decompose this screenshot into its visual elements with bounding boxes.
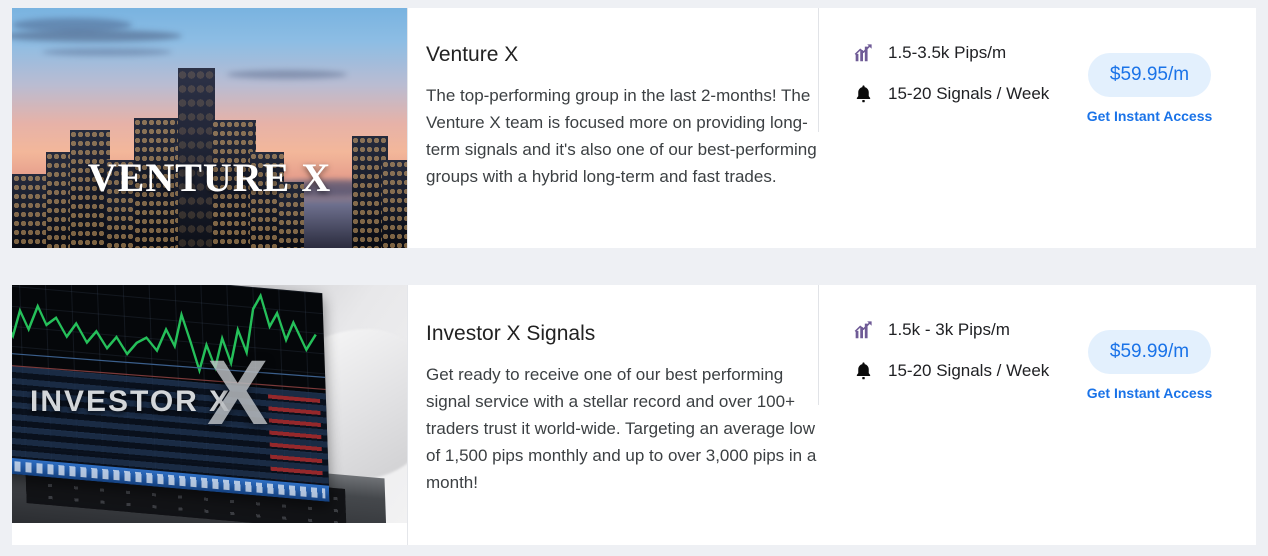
page-root: VENTURE X Venture X The top-performing g…	[0, 0, 1268, 556]
central-tower-shape	[178, 68, 215, 248]
get-instant-access-link[interactable]: Get Instant Access	[1087, 385, 1213, 401]
card-body: Venture X The top-performing group in th…	[407, 8, 1256, 248]
card-price-column: $59.99/m Get Instant Access	[1063, 285, 1256, 401]
laptop-screen	[12, 285, 330, 502]
stat-label-signals: 15-20 Signals / Week	[888, 84, 1050, 103]
card-text-column: Venture X The top-performing group in th…	[408, 8, 818, 210]
card-body: Investor X Signals Get ready to receive …	[407, 285, 1256, 545]
card-description: The top-performing group in the last 2-m…	[426, 86, 817, 186]
offer-card[interactable]: INVESTOR X X Investor X Signals Get read…	[12, 285, 1256, 545]
stat-row-signals: 15-20 Signals / Week	[851, 82, 1063, 106]
stat-row-signals: 15-20 Signals / Week	[851, 359, 1063, 383]
bar-chart-trend-icon	[851, 318, 875, 342]
stat-label-pips: 1.5-3.5k Pips/m	[888, 43, 1007, 62]
card-image-venture-x: VENTURE X	[12, 8, 407, 248]
price-badge[interactable]: $59.99/m	[1087, 330, 1212, 374]
card-title: Venture X	[426, 43, 519, 66]
bell-icon	[851, 359, 875, 383]
card-stats-column: 1.5k - 3k Pips/m 15-20 Signals / Week	[818, 285, 1063, 405]
offer-card[interactable]: VENTURE X Venture X The top-performing g…	[12, 8, 1256, 248]
building-shape	[70, 130, 110, 248]
building-shape	[278, 182, 304, 248]
card-title: Investor X Signals	[426, 322, 596, 345]
card-stats-column: 1.5-3.5k Pips/m 15-20 Signals / Week	[818, 8, 1063, 132]
stat-label-signals: 15-20 Signals / Week	[888, 361, 1050, 380]
price-badge[interactable]: $59.95/m	[1087, 53, 1212, 97]
cloud-shape	[227, 70, 347, 79]
stat-row-pips: 1.5k - 3k Pips/m	[851, 318, 1063, 342]
stat-label-pips: 1.5k - 3k Pips/m	[888, 320, 1010, 339]
card-image-investor-x: INVESTOR X X	[12, 285, 407, 523]
stat-row-pips: 1.5-3.5k Pips/m	[851, 41, 1063, 65]
investor-x-logo-mark: X	[207, 342, 269, 444]
bar-chart-trend-icon	[851, 41, 875, 65]
card-description: Get ready to receive one of our best per…	[426, 365, 817, 492]
building-shape	[382, 160, 407, 248]
get-instant-access-link[interactable]: Get Instant Access	[1087, 108, 1213, 124]
card-text-column: Investor X Signals Get ready to receive …	[408, 285, 818, 516]
bell-icon	[851, 82, 875, 106]
cloud-shape	[42, 48, 172, 56]
card-price-column: $59.95/m Get Instant Access	[1063, 8, 1256, 124]
